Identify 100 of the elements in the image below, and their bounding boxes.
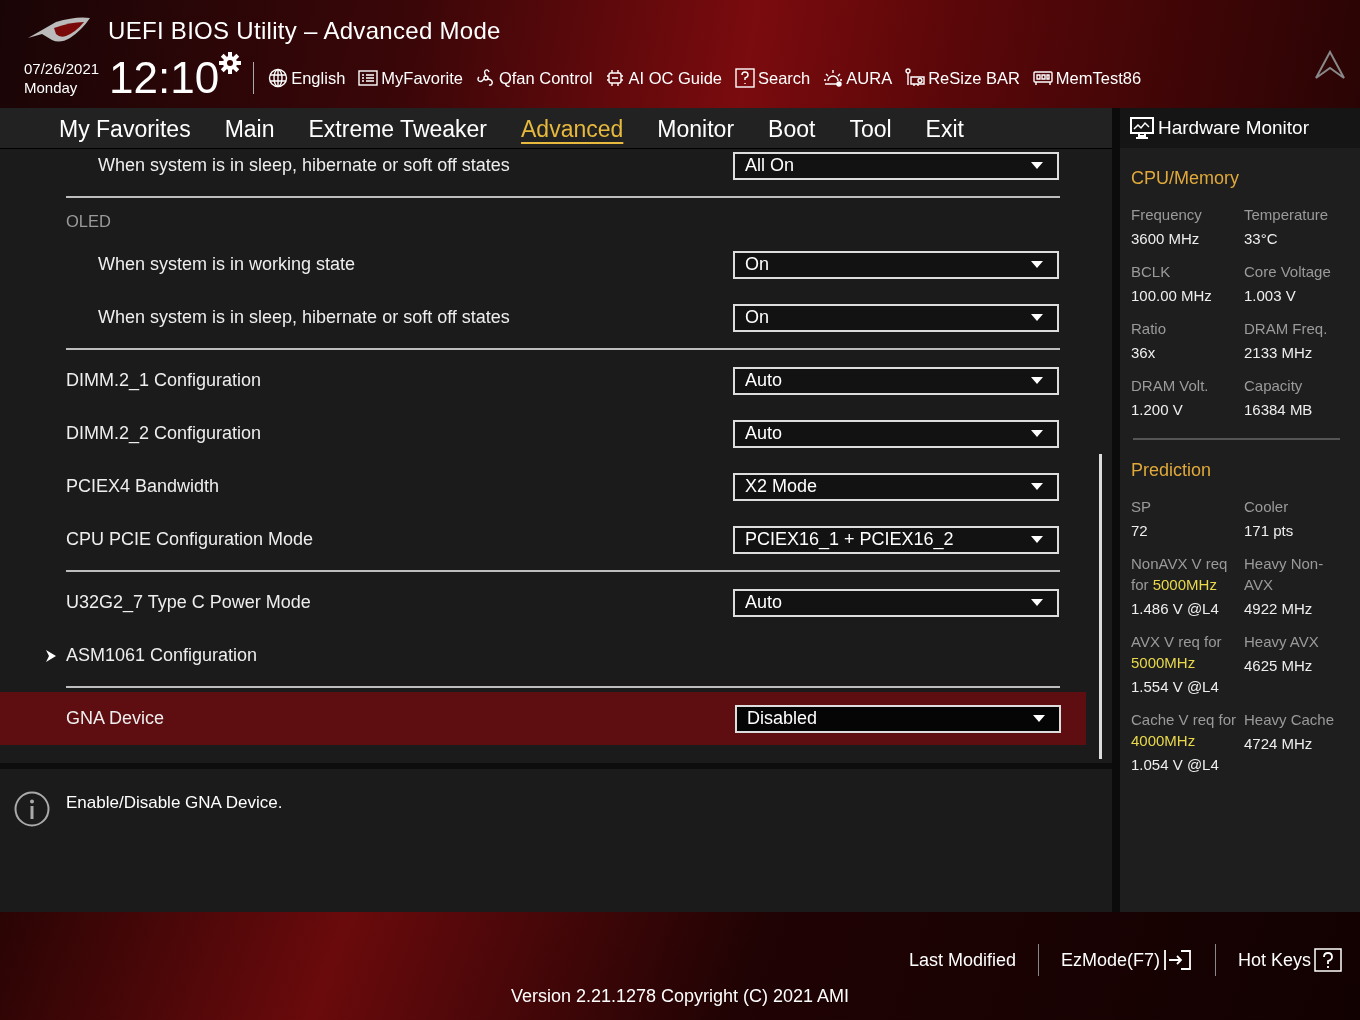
setting-label: When system is in sleep, hibernate or soft off states <box>98 307 511 328</box>
settings-icon[interactable] <box>219 52 242 74</box>
dropdown[interactable]: On <box>733 250 1059 279</box>
arrow-cursor-icon[interactable] <box>1314 50 1346 80</box>
stat-value: 1.003 V <box>1244 287 1297 304</box>
stat-label: Heavy Cache <box>1244 710 1336 730</box>
stat-value: 33°C <box>1244 230 1279 247</box>
setting-label: ASM1061 Configuration <box>66 645 259 666</box>
stat-label: Frequency <box>1131 205 1203 225</box>
stat-value: 100.00 MHz <box>1131 287 1213 304</box>
stat-value: 1.054 V @L4 <box>1131 756 1220 773</box>
setting-label: DIMM.2_1 Configuration <box>66 370 263 391</box>
setting-label: GNA Device <box>66 708 166 729</box>
setting-label: U32G2_7 Type C Power Mode <box>66 592 312 613</box>
stat-label: Temperature <box>1244 205 1330 225</box>
toolbar-button[interactable]: ReSize BAR <box>905 68 1020 88</box>
stat-label: Heavy Non-AVX <box>1244 554 1325 595</box>
footer-button[interactable]: Hot Keys <box>1237 948 1342 972</box>
dropdown[interactable]: On <box>733 303 1059 332</box>
setting-row[interactable]: PCIEX4 Bandwidth X2 Mode <box>0 460 1084 513</box>
toolbar-button[interactable]: MemTest86 <box>1032 68 1142 88</box>
menu-tab[interactable]: Main <box>207 112 292 144</box>
stat-value: 4922 MHz <box>1244 600 1314 617</box>
caret-icon <box>1031 536 1043 543</box>
help-icon <box>1314 948 1342 972</box>
toolbar-button[interactable]: English <box>268 68 346 88</box>
stat-label: Cache V req for 4000MHz <box>1131 710 1238 751</box>
setting-row[interactable]: When system is in sleep, hibernate or soft off states All On <box>0 149 1084 192</box>
globe-icon <box>268 68 289 88</box>
caret-icon <box>1031 314 1043 321</box>
menu-tab[interactable]: Boot <box>751 112 833 144</box>
monitor-icon <box>1130 117 1154 139</box>
toolbar-button[interactable]: AURA <box>823 68 893 88</box>
caret-icon <box>1033 715 1045 722</box>
fan-icon <box>475 68 496 88</box>
info-icon <box>14 791 50 827</box>
setting-row[interactable]: GNA Device Disabled <box>0 692 1086 745</box>
stat-value: 72 <box>1131 522 1149 539</box>
dropdown[interactable]: Disabled <box>735 704 1061 733</box>
footer-button[interactable]: EzMode(F7) <box>1060 949 1193 971</box>
menu-tab[interactable]: Monitor <box>640 112 752 144</box>
stat-label: DRAM Volt. <box>1131 376 1210 396</box>
stat-value: 4625 MHz <box>1244 657 1314 674</box>
menu-tab[interactable]: My Favorites <box>42 112 208 144</box>
menu-tab[interactable]: Exit <box>908 112 981 144</box>
setting-label: CPU PCIE Configuration Mode <box>66 529 315 550</box>
stat-label: DRAM Freq. <box>1244 319 1329 339</box>
date-text: 07/26/2021 <box>24 59 100 78</box>
stat-value: 1.554 V @L4 <box>1131 678 1220 695</box>
caret-icon <box>1031 377 1043 384</box>
stat-label: Capacity <box>1244 376 1304 396</box>
menu-tab[interactable]: Extreme Tweaker <box>291 112 505 144</box>
memory-icon <box>1032 68 1053 88</box>
dropdown[interactable]: PCIEX16_1 + PCIEX16_2 <box>733 525 1059 554</box>
card-icon <box>905 68 926 88</box>
toolbar-button[interactable]: AI OC Guide <box>605 68 722 88</box>
stat-value: 1.486 V @L4 <box>1131 600 1220 617</box>
stat-value: 16384 MB <box>1244 401 1314 418</box>
scrollbar[interactable] <box>1099 454 1102 759</box>
setting-label: DIMM.2_2 Configuration <box>66 423 263 444</box>
stat-value: 1.200 V <box>1131 401 1184 418</box>
stat-label: Heavy AVX <box>1244 632 1320 652</box>
list-icon <box>358 68 379 88</box>
chip-icon <box>605 68 626 88</box>
menu-tab[interactable]: Advanced <box>504 112 641 144</box>
caret-icon <box>1031 430 1043 437</box>
version-text: Version 2.21.1278 Copyright (C) 2021 AMI <box>510 986 850 1007</box>
menu-tab[interactable]: Tool <box>832 112 909 144</box>
dropdown[interactable]: Auto <box>733 588 1059 617</box>
caret-icon <box>1031 483 1043 490</box>
toolbar-button[interactable]: Search <box>735 68 811 88</box>
panel-title: Hardware Monitor <box>1158 117 1309 139</box>
stat-value: 171 pts <box>1244 522 1295 539</box>
setting-row[interactable]: When system is in working state On <box>0 238 1084 291</box>
stat-label: SP <box>1131 497 1152 517</box>
setting-row[interactable]: DIMM.2_1 Configuration Auto <box>0 354 1084 407</box>
dropdown[interactable]: All On <box>733 151 1059 180</box>
window-title: UEFI BIOS Utility – Advanced Mode <box>108 17 501 45</box>
setting-row[interactable]: When system is in sleep, hibernate or soft off states On <box>0 291 1084 344</box>
toolbar-button[interactable]: Qfan Control <box>475 68 593 88</box>
setting-label: When system is in sleep, hibernate or soft off states <box>98 155 511 176</box>
stat-label: Ratio <box>1131 319 1168 339</box>
exit-icon <box>1162 949 1193 971</box>
setting-row[interactable]: CPU PCIE Configuration Mode PCIEX16_1 + PCIEX16_2 <box>0 513 1084 566</box>
dropdown[interactable]: X2 Mode <box>733 472 1059 501</box>
caret-icon <box>1031 261 1043 268</box>
setting-row[interactable]: DIMM.2_2 Configuration Auto <box>0 407 1084 460</box>
setting-row[interactable]: U32G2_7 Type C Power Mode Auto <box>0 576 1084 629</box>
setting-row[interactable]: ASM1061 Configuration <box>0 629 1084 682</box>
stat-label: BCLK <box>1131 262 1172 282</box>
stat-label: Core Voltage <box>1244 262 1332 282</box>
day-text: Monday <box>24 78 79 97</box>
toolbar-button[interactable]: MyFavorite <box>358 68 463 88</box>
dropdown[interactable]: Auto <box>733 366 1059 395</box>
caret-icon <box>1031 162 1043 169</box>
search-icon <box>735 68 755 88</box>
footer-button[interactable]: Last Modified <box>908 949 1016 971</box>
group-heading: OLED <box>65 210 112 232</box>
clock-text: 12:10 <box>109 53 220 103</box>
dropdown[interactable]: Auto <box>733 419 1059 448</box>
